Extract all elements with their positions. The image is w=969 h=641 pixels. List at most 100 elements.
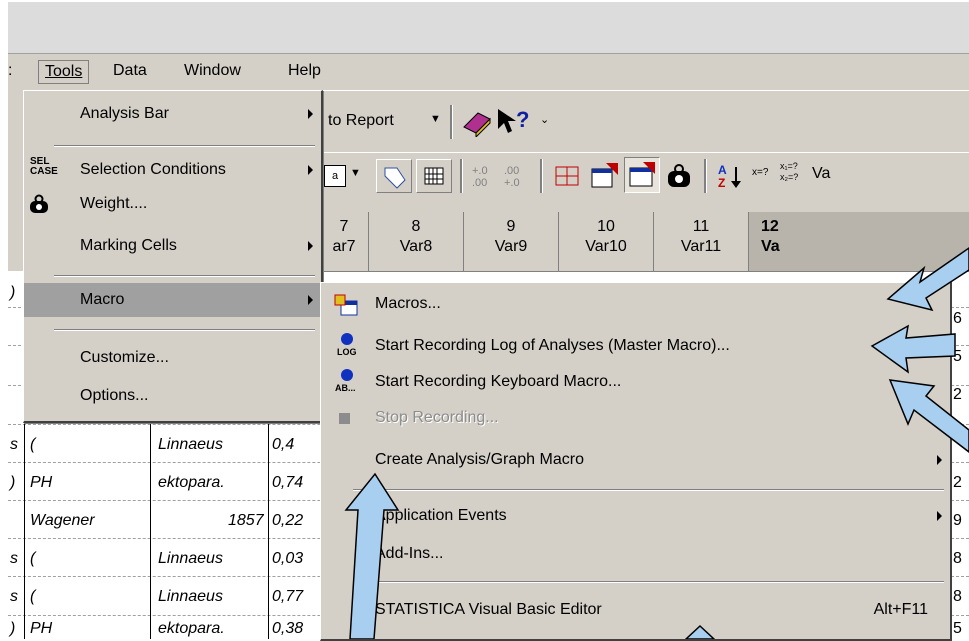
menu-help[interactable]: Help [288,62,321,80]
cell[interactable]: ektopara. [158,620,225,638]
menu-item-label: Marking Cells [80,237,177,254]
menu-item-shortcut: Alt+F11 [873,601,928,618]
column-header[interactable]: 11 Var11 [654,212,749,272]
column-header[interactable]: 10 Var10 [559,212,654,272]
menu-item-customize[interactable]: Customize... [24,341,321,375]
menu-item-label: Start Recording Log of Analyses (Master … [375,337,730,354]
cell[interactable]: ( [30,550,35,568]
menu-tools-label: Tools [45,63,83,80]
cell[interactable]: 6 [953,310,962,328]
menu-bar: : Tools Data Window Help [8,53,969,90]
cell[interactable]: 2 [953,386,962,404]
toolbar-separator [460,159,463,193]
grid-icon[interactable] [416,159,452,193]
cell[interactable]: s [10,588,18,606]
cell[interactable]: s [10,436,18,454]
variables-button[interactable]: Va [812,165,830,183]
menu-separator [353,489,944,491]
cell[interactable]: s [10,550,18,568]
cell[interactable]: 0,22 [272,512,303,530]
record-log-icon [341,333,353,345]
macro-submenu: Macros... LOG Start Recording Log of Ana… [320,282,952,641]
menu-item-create-analysis-graph-macro[interactable]: Create Analysis/Graph Macro [321,443,950,477]
window-arrange-icon[interactable] [590,161,620,191]
cell[interactable]: 0,03 [272,550,303,568]
column-header[interactable]: 7 ar7 [320,212,369,272]
menu-item-analysis-bar[interactable]: Analysis Bar [24,97,321,131]
cell[interactable]: 5 [953,620,962,638]
column-number: 12 [761,218,779,235]
menu-item-macros[interactable]: Macros... [321,287,950,321]
menu-separator [54,275,315,277]
menu-item-start-recording-log[interactable]: LOG Start Recording Log of Analyses (Mas… [321,329,950,363]
increase-decimals-icon[interactable]: +.0.00 [472,165,488,189]
menu-item-start-recording-keyboard[interactable]: AB... Start Recording Keyboard Macro... [321,365,950,399]
cell[interactable]: Linnaeus [158,550,223,568]
add-to-report-button[interactable]: l to Report [320,112,394,130]
cell[interactable]: 0,4 [272,436,294,454]
submenu-arrow-icon [308,295,313,305]
mark-cells-icon[interactable] [554,163,582,189]
book-icon[interactable] [460,107,494,137]
column-header[interactable]: 9 Var9 [464,212,559,272]
chevron-down-icon[interactable]: ▼ [430,113,441,125]
help-pointer-icon[interactable]: ? [496,105,536,137]
chevron-down-icon[interactable]: ⌄ [540,113,549,126]
replace-value-icon[interactable]: x₁=? x₂=? [780,161,798,183]
sel-case-icon: SEL CASE [30,156,58,177]
svg-text:Z: Z [718,176,725,190]
column-header[interactable]: 8 Var8 [369,212,464,272]
cell[interactable]: 0,74 [272,474,303,492]
cell[interactable]: Linnaeus [158,588,223,606]
submenu-arrow-icon [308,165,313,175]
cell[interactable]: ) [10,284,15,302]
cell[interactable]: 0,77 [272,588,303,606]
cell[interactable]: 0,38 [272,620,303,638]
menu-item-application-events[interactable]: Application Events [321,499,950,533]
menubar-fragment: : [8,62,13,79]
menu-separator [353,581,944,583]
cell[interactable]: Wagener [30,512,95,530]
menu-item-label: Options... [80,387,149,404]
macros-icon [334,294,358,316]
menu-item-marking-cells[interactable]: Marking Cells [24,229,321,263]
cell[interactable]: 8 [953,550,962,568]
column-number: 10 [597,218,615,235]
menu-data[interactable]: Data [113,62,147,80]
cell[interactable]: 1857 [228,512,264,530]
menu-item-label: Macro [80,291,125,308]
tag-icon[interactable] [376,159,412,193]
column-name: Var8 [399,238,433,255]
cell[interactable]: ( [30,588,35,606]
menu-window[interactable]: Window [184,62,241,80]
find-value-icon[interactable]: x=? [752,167,768,178]
cell[interactable]: ) [10,620,15,638]
window-tile-icon[interactable] [624,157,660,193]
cell[interactable]: 9 [953,512,962,530]
cell[interactable]: PH [30,474,52,492]
cell[interactable]: 5 [953,348,962,366]
menu-item-options[interactable]: Options... [24,379,321,413]
cell[interactable]: PH [30,620,52,638]
cell[interactable]: 2 [953,474,962,492]
menu-item-add-ins[interactable]: Add-Ins... [321,537,950,571]
decrease-decimals-icon[interactable]: .00 +.0 [504,165,520,189]
column-divider [150,424,151,639]
cell[interactable]: ektopara. [158,474,225,492]
field-icon[interactable]: a [324,165,346,187]
cell[interactable]: ( [30,436,35,454]
menu-item-stop-recording[interactable]: Stop Recording... [321,401,950,435]
cell[interactable]: Linnaeus [158,436,223,454]
chevron-down-icon[interactable]: ▼ [350,167,361,179]
menu-item-weight[interactable]: Weight.... [24,187,321,221]
cell[interactable]: ) [10,474,15,492]
menu-item-visual-basic-editor[interactable]: STATISTICA Visual Basic Editor Alt+F11 [321,593,950,627]
cell[interactable]: 8 [953,588,962,606]
column-header-selected[interactable]: 12 Va [749,212,969,272]
menu-item-selection-conditions[interactable]: SEL CASE Selection Conditions [24,153,321,187]
weight-icon[interactable] [664,161,694,191]
menu-tools[interactable]: Tools [38,60,90,84]
menu-item-macro[interactable]: Macro [24,283,321,317]
sort-ascending-icon[interactable]: A Z [716,161,746,191]
menu-item-label: Stop Recording... [375,409,499,426]
